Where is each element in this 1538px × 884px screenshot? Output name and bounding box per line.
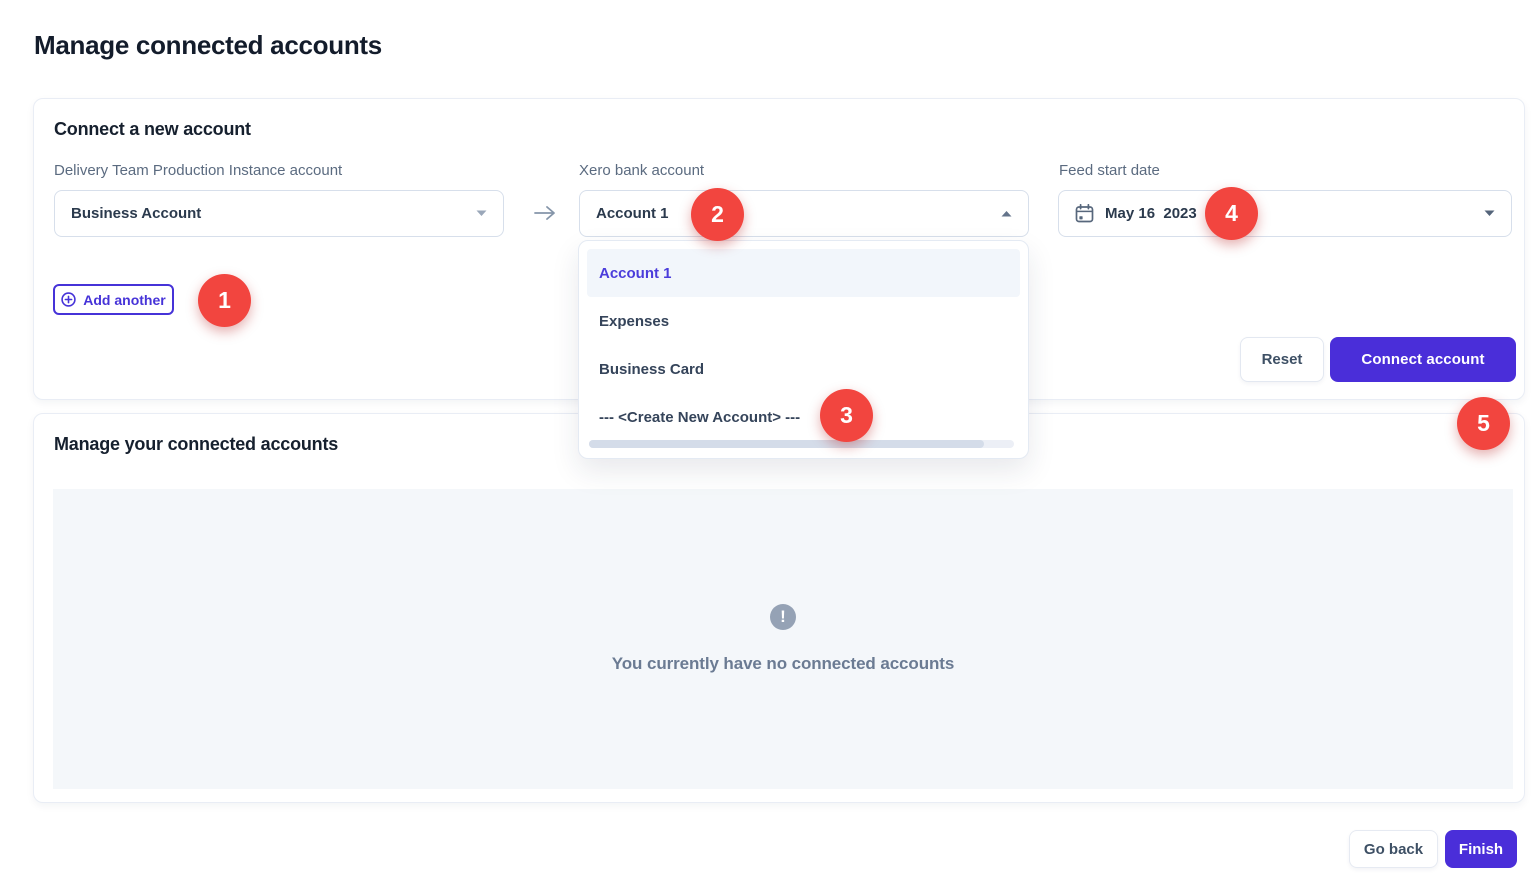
calendar-icon [1075,204,1094,223]
annotation-badge-5: 5 [1457,397,1510,450]
add-another-button[interactable]: Add another [53,284,174,315]
source-account-select[interactable]: Business Account [54,190,504,237]
dropdown-option-account-1[interactable]: Account 1 [587,249,1020,297]
dropdown-option-business-card[interactable]: Business Card [587,345,1020,393]
connect-account-button[interactable]: Connect account [1330,337,1516,382]
chevron-up-icon [1001,210,1012,217]
alert-circle-icon: ! [770,604,796,630]
finish-button[interactable]: Finish [1445,830,1517,868]
chevron-down-icon [1484,210,1495,217]
scrollbar-thumb[interactable] [589,440,984,448]
source-account-label: Delivery Team Production Instance accoun… [54,162,342,179]
dropdown-horizontal-scrollbar[interactable] [589,440,1014,448]
reset-button[interactable]: Reset [1240,337,1324,382]
manage-connected-accounts-card: Manage your connected accounts ! You cur… [33,413,1525,803]
feed-start-date-picker[interactable]: May 16 2023 [1058,190,1512,237]
annotation-badge-1: 1 [198,274,251,327]
dropdown-option-create-new-account[interactable]: --- <Create New Account> --- [587,393,1020,441]
add-another-label: Add another [83,292,165,308]
connect-card-heading: Connect a new account [54,119,251,140]
dropdown-option-expenses[interactable]: Expenses [587,297,1020,345]
plus-circle-icon [61,292,76,307]
annotation-badge-4: 4 [1205,187,1258,240]
page-title: Manage connected accounts [34,30,382,61]
xero-bank-account-select[interactable]: Account 1 [579,190,1029,237]
empty-state-message: You currently have no connected accounts [612,654,954,674]
xero-bank-account-value: Account 1 [596,205,669,222]
empty-state: ! You currently have no connected accoun… [53,489,1513,789]
manage-card-heading: Manage your connected accounts [54,434,338,455]
xero-bank-account-dropdown: Account 1 Expenses Business Card --- <Cr… [578,240,1029,459]
annotation-badge-2: 2 [691,188,744,241]
feed-start-date-value: May 16 2023 [1105,205,1197,222]
feed-start-date-label: Feed start date [1059,162,1160,179]
chevron-down-icon [476,210,487,217]
go-back-button[interactable]: Go back [1349,830,1438,868]
arrow-right-icon [531,199,559,227]
source-account-value: Business Account [71,205,201,222]
xero-bank-account-label: Xero bank account [579,162,704,179]
annotation-badge-3: 3 [820,389,873,442]
